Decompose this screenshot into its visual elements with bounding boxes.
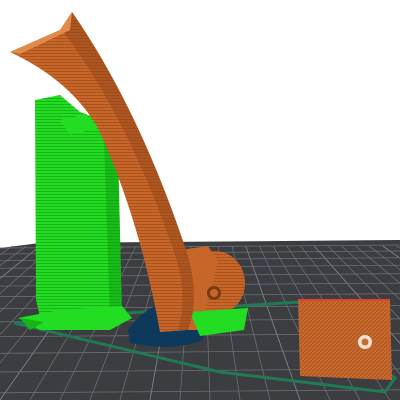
flat-plate-part bbox=[298, 299, 392, 380]
3d-preview-viewport[interactable] bbox=[0, 0, 400, 400]
slicer-preview-canvas[interactable] bbox=[0, 0, 400, 400]
